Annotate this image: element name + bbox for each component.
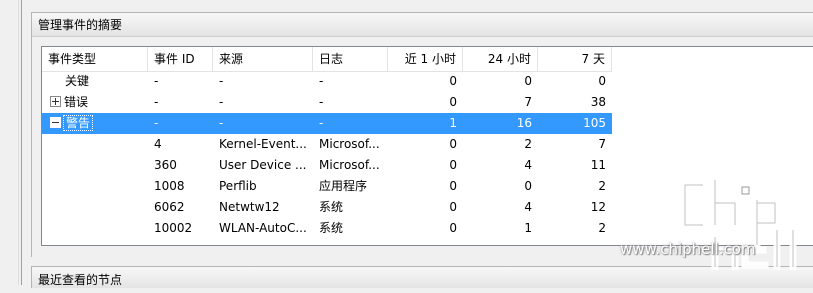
- cell-event-id: 1008: [154, 179, 185, 193]
- table-row[interactable]: 1008 Perflib 应用程序 0 0 2: [42, 176, 612, 197]
- cell-24-hours: 4: [524, 158, 532, 172]
- cell-event-type: [42, 197, 148, 218]
- table-row[interactable]: 警告 - - - 1 16 105: [42, 113, 612, 134]
- cell-event-id: 360: [154, 158, 177, 172]
- cell-24-hours: 1: [524, 221, 532, 235]
- event-type-label: 关键: [65, 74, 90, 88]
- col-header-7-days[interactable]: 7 天: [538, 47, 612, 71]
- cell-event-type: [42, 176, 148, 197]
- col-header-source[interactable]: 来源: [213, 47, 313, 71]
- cell-event-id: -: [154, 95, 159, 109]
- event-type-label: 警告: [62, 115, 94, 131]
- cell-log: -: [319, 95, 324, 109]
- column-headers: 事件类型 事件 ID 来源 日志 近 1 小时 24 小时 7 天: [42, 47, 612, 72]
- cell-last-hour: 0: [449, 158, 457, 172]
- cell-7-days: 2: [598, 179, 606, 193]
- cell-source: WLAN-AutoC...: [219, 221, 307, 235]
- cell-log: 应用程序: [319, 179, 368, 193]
- collapse-icon[interactable]: [50, 117, 61, 128]
- table-row[interactable]: 4 Kernel-Event... Microsof... 0 2 7: [42, 134, 612, 155]
- left-frame: [0, 0, 22, 285]
- cell-log: 系统: [319, 200, 344, 214]
- cell-24-hours: 2: [524, 137, 532, 151]
- cell-event-type: 关键: [42, 71, 148, 92]
- cell-last-hour: 0: [449, 74, 457, 88]
- cell-last-hour: 0: [449, 221, 457, 235]
- cell-event-id: -: [154, 74, 159, 88]
- cell-source: -: [219, 116, 224, 130]
- cell-7-days: 11: [590, 158, 606, 172]
- col-header-last-hour[interactable]: 近 1 小时: [388, 47, 463, 71]
- cell-event-id: 4: [154, 137, 162, 151]
- cell-event-type: [42, 155, 148, 176]
- table-row[interactable]: 关键 - - - 0 0 0: [42, 71, 612, 92]
- cell-7-days: 105: [583, 116, 606, 130]
- cell-log: -: [319, 116, 324, 130]
- cell-source: Perflib: [219, 179, 257, 193]
- cell-event-type: [42, 218, 148, 239]
- cell-last-hour: 0: [449, 137, 457, 151]
- cell-24-hours: 0: [524, 74, 532, 88]
- cell-last-hour: 0: [449, 95, 457, 109]
- table-row[interactable]: 360 User Device ... Microsof... 0 4 11: [42, 155, 612, 176]
- table-row[interactable]: 6062 Netwtw12 系统 0 4 12: [42, 197, 612, 218]
- cell-7-days: 2: [598, 221, 606, 235]
- cell-log: Microsof...: [319, 137, 380, 151]
- cell-log: Microsof...: [319, 158, 380, 172]
- cell-24-hours: 0: [524, 179, 532, 193]
- cell-24-hours: 7: [524, 95, 532, 109]
- col-header-type[interactable]: 事件类型: [42, 47, 148, 71]
- col-header-event-id[interactable]: 事件 ID: [148, 47, 213, 71]
- summary-panel-header[interactable]: 管理事件的摘要: [32, 13, 813, 37]
- table-row[interactable]: 错误 - - - 0 7 38: [42, 92, 612, 113]
- cell-source: Kernel-Event...: [219, 137, 307, 151]
- cell-log: -: [319, 74, 324, 88]
- cell-source: -: [219, 74, 224, 88]
- cell-source: -: [219, 95, 224, 109]
- cell-event-id: 10002: [154, 221, 193, 235]
- cell-7-days: 38: [590, 95, 606, 109]
- cell-7-days: 0: [598, 74, 606, 88]
- cell-24-hours: 4: [524, 200, 532, 214]
- col-header-log[interactable]: 日志: [313, 47, 388, 71]
- cell-last-hour: 0: [449, 179, 457, 193]
- cell-source: Netwtw12: [219, 200, 280, 214]
- watermark-url: www.chiphell.com: [620, 240, 756, 258]
- cell-7-days: 12: [590, 200, 606, 214]
- cell-event-type: [42, 134, 148, 155]
- cell-event-type: 错误: [42, 92, 148, 113]
- cell-source: User Device ...: [219, 158, 307, 172]
- cell-event-type: 警告: [42, 113, 148, 134]
- cell-event-id: -: [154, 116, 159, 130]
- cell-event-id: 6062: [154, 200, 185, 214]
- cell-last-hour: 1: [449, 116, 457, 130]
- event-type-label: 错误: [64, 95, 89, 109]
- expand-icon[interactable]: [50, 96, 61, 107]
- col-header-24-hours[interactable]: 24 小时: [463, 47, 538, 71]
- cell-log: 系统: [319, 221, 344, 235]
- table-row[interactable]: 10002 WLAN-AutoC... 系统 0 1 2: [42, 218, 612, 239]
- cell-last-hour: 0: [449, 200, 457, 214]
- cell-7-days: 7: [598, 137, 606, 151]
- cell-24-hours: 16: [516, 116, 532, 130]
